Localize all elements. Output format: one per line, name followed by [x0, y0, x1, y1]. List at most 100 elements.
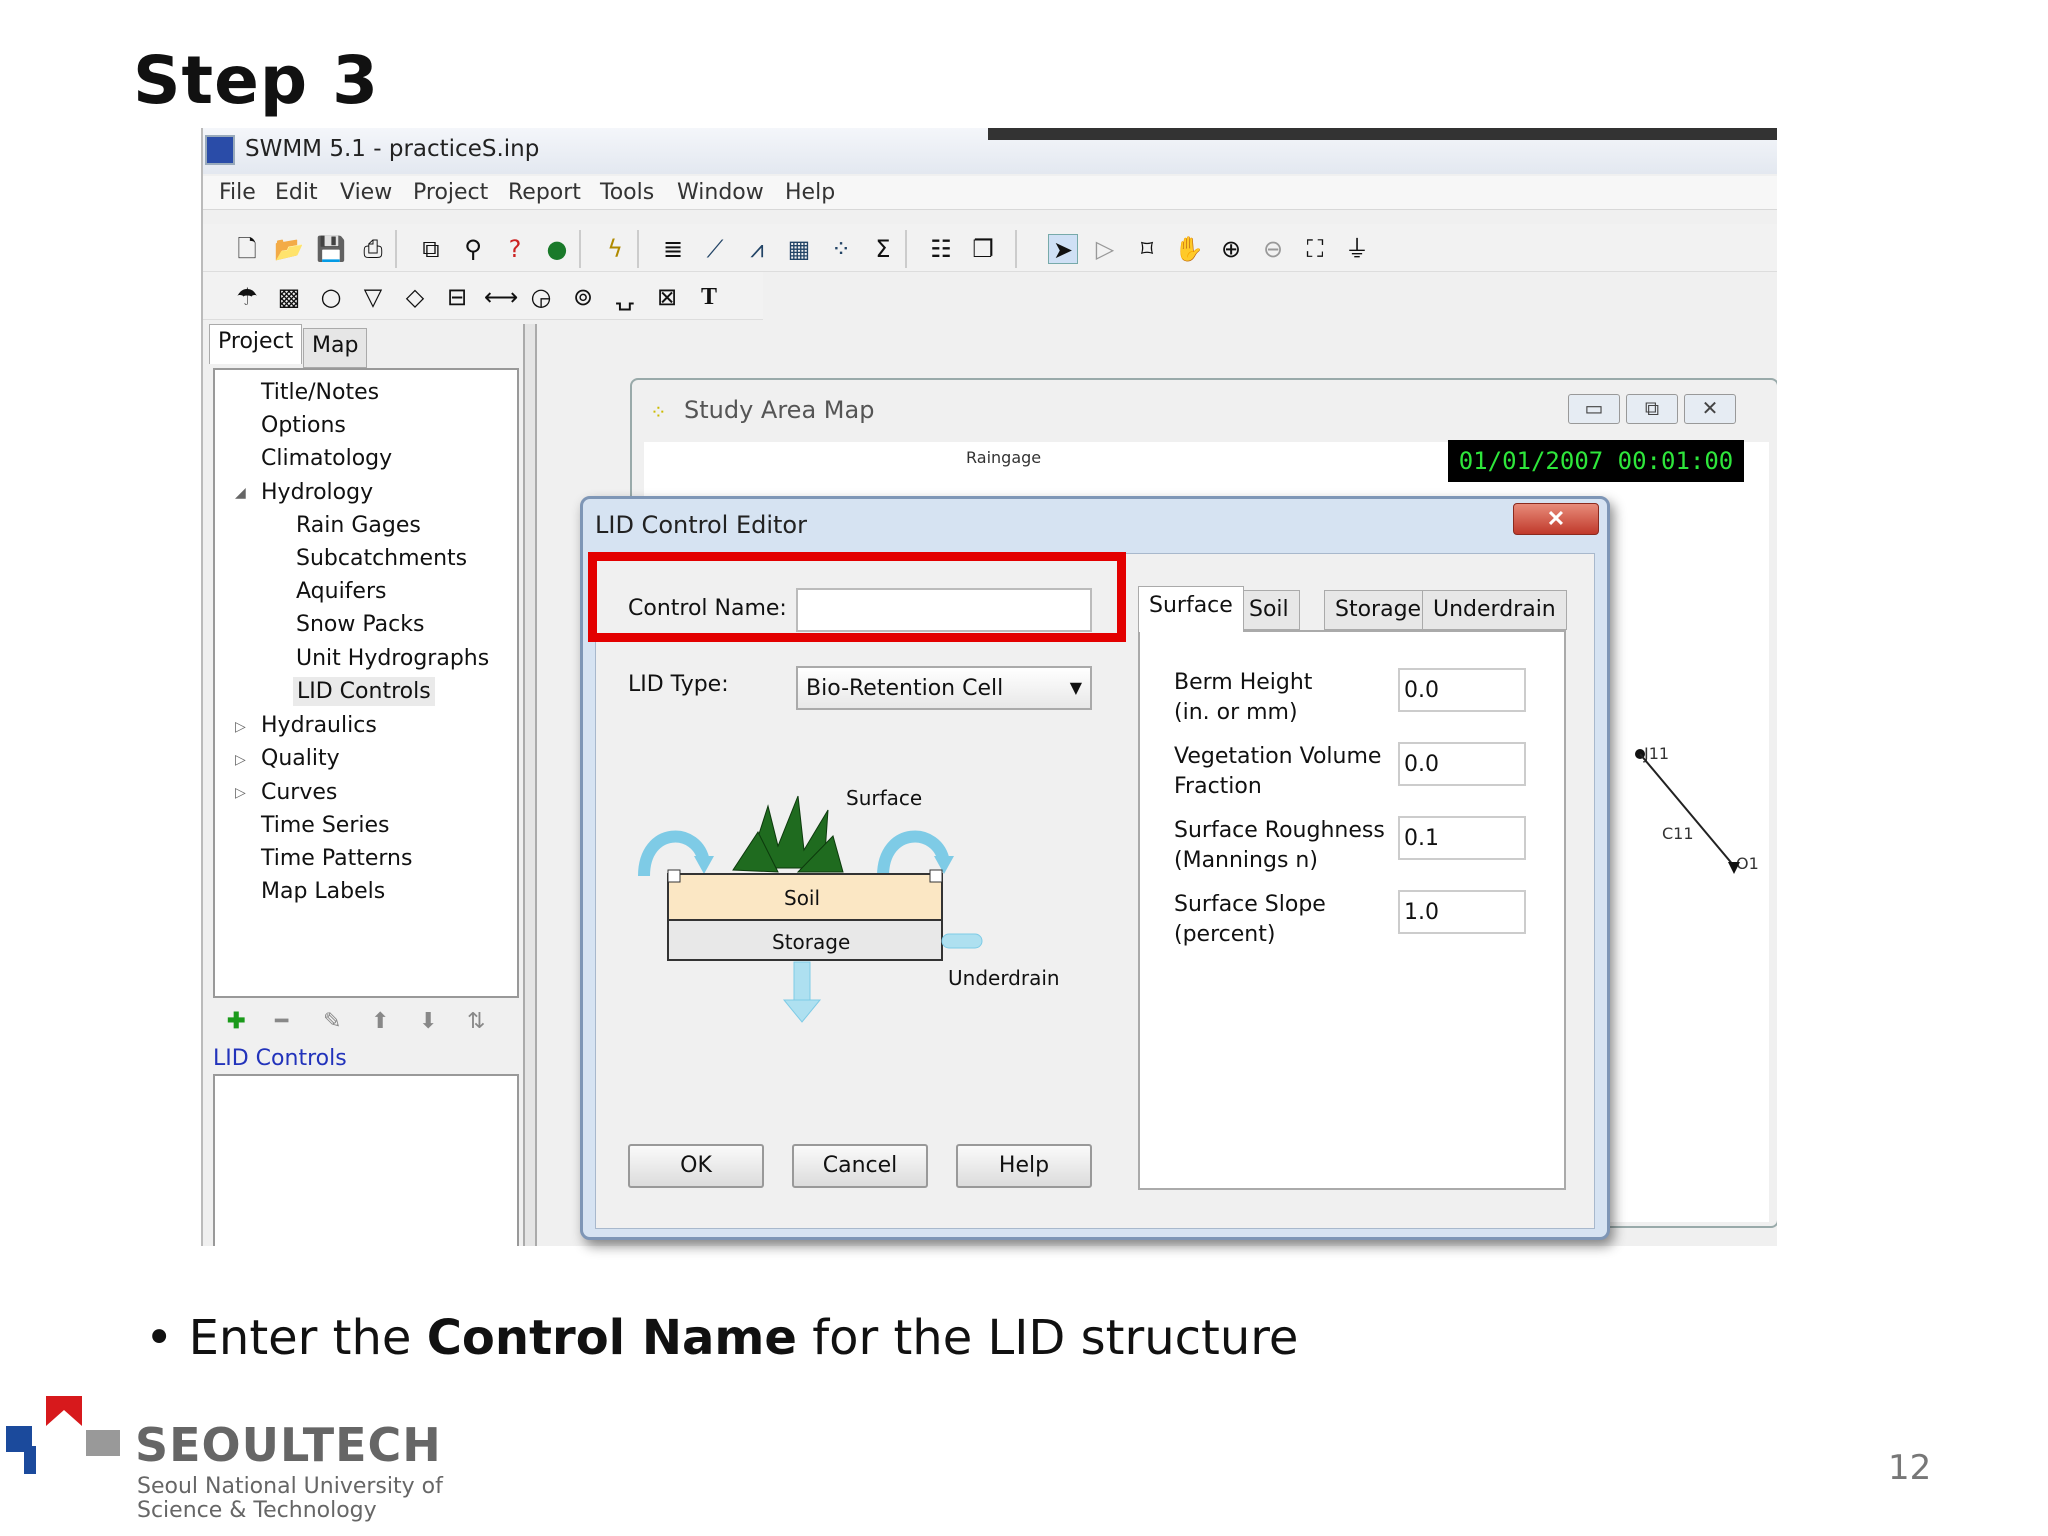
- minimize-button[interactable]: ▭: [1568, 394, 1620, 424]
- expanded-arrow-icon[interactable]: ◢: [235, 484, 246, 501]
- tree-item-lid-controls[interactable]: LID Controls: [293, 677, 435, 706]
- surface-tab-panel: Berm Height (in. or mm) 0.0 Vegetation Vo…: [1138, 630, 1566, 1190]
- maximize-button[interactable]: ⧉: [1626, 394, 1678, 424]
- collapsed-arrow-icon[interactable]: ▷: [235, 718, 246, 735]
- zoom-out-icon[interactable]: ⊖: [1258, 234, 1288, 264]
- full-extent-icon[interactable]: ⛶: [1300, 234, 1330, 264]
- move-down-icon[interactable]: ⬇: [419, 1008, 437, 1034]
- menu-project[interactable]: Project: [413, 180, 488, 205]
- weir-icon[interactable]: ⍽: [610, 282, 640, 312]
- ok-button[interactable]: OK: [628, 1144, 764, 1188]
- diagram-label-storage: Storage: [772, 930, 851, 954]
- help-button[interactable]: Help: [956, 1144, 1092, 1188]
- label-icon[interactable]: T: [694, 282, 724, 312]
- tab-underdrain[interactable]: Underdrain: [1422, 590, 1567, 630]
- menu-view[interactable]: View: [340, 180, 392, 205]
- query-icon[interactable]: ?: [500, 234, 530, 264]
- tab-map[interactable]: Map: [303, 328, 368, 368]
- conduit-c11-line[interactable]: [1634, 742, 1744, 882]
- options-icon[interactable]: ☷: [926, 234, 956, 264]
- select-object-icon[interactable]: ➤: [1048, 234, 1078, 264]
- pan-icon[interactable]: ✋: [1174, 234, 1204, 264]
- new-file-icon[interactable]: 🗋: [232, 234, 262, 264]
- dialog-body: Control Name: LID Type: Bio-Retention Ce…: [595, 553, 1595, 1229]
- print-icon[interactable]: ⎙: [358, 234, 388, 264]
- select-vertex-icon[interactable]: ▷: [1090, 234, 1120, 264]
- tab-project[interactable]: Project: [209, 324, 303, 364]
- orifice-icon[interactable]: ⊚: [568, 282, 598, 312]
- add-icon[interactable]: ✚: [227, 1008, 245, 1034]
- tree-item-rain-gages[interactable]: Rain Gages: [296, 513, 421, 538]
- tree-item-unit-hydrographs[interactable]: Unit Hydrographs: [296, 646, 489, 671]
- menu-report[interactable]: Report: [508, 180, 581, 205]
- tab-storage[interactable]: Storage: [1324, 590, 1433, 630]
- open-folder-icon[interactable]: 📂: [274, 234, 304, 264]
- object-toolbar: ☂ ▩ ○ ▽ ◇ ⊟ ⟷ ◶ ⊚ ⍽ ⊠ T: [203, 272, 763, 320]
- dialog-close-button[interactable]: ✕: [1513, 503, 1599, 535]
- tree-item-hydrology[interactable]: Hydrology: [261, 480, 373, 505]
- tree-item-subcatchments[interactable]: Subcatchments: [296, 546, 467, 571]
- arrange-windows-icon[interactable]: ❐: [968, 234, 998, 264]
- time-series-plot-icon[interactable]: ⩘: [742, 234, 772, 264]
- seoultech-logo-icon: [6, 1396, 120, 1474]
- surface-slope-input[interactable]: 1.0: [1398, 890, 1526, 934]
- scatter-plot-icon[interactable]: ⁘: [826, 234, 856, 264]
- rain-gage-icon[interactable]: ☂: [232, 282, 262, 312]
- tab-soil[interactable]: Soil: [1238, 590, 1300, 630]
- map-label-raingage: Raingage: [966, 448, 1042, 467]
- junction-icon[interactable]: ○: [316, 282, 346, 312]
- conduit-icon[interactable]: ⟷: [484, 282, 518, 312]
- storage-unit-icon[interactable]: ⊟: [442, 282, 472, 312]
- object-list[interactable]: [213, 1074, 519, 1246]
- tree-item-climatology[interactable]: Climatology: [261, 446, 392, 471]
- tree-item-hydraulics[interactable]: Hydraulics: [261, 713, 377, 738]
- move-up-icon[interactable]: ⬆: [371, 1008, 389, 1034]
- menu-tools[interactable]: Tools: [600, 180, 654, 205]
- table-icon[interactable]: ▦: [784, 234, 814, 264]
- run-icon[interactable]: ϟ: [600, 234, 630, 264]
- outlet-icon[interactable]: ⊠: [652, 282, 682, 312]
- select-region-icon[interactable]: ⌑: [1132, 234, 1162, 264]
- tree-item-map-labels[interactable]: Map Labels: [261, 879, 385, 904]
- tab-surface[interactable]: Surface: [1138, 586, 1244, 632]
- menu-edit[interactable]: Edit: [275, 180, 318, 205]
- tree-item-curves[interactable]: Curves: [261, 780, 337, 805]
- berm-height-input[interactable]: 0.0: [1398, 668, 1526, 712]
- report-icon[interactable]: ≣: [658, 234, 688, 264]
- tree-item-title-notes[interactable]: Title/Notes: [261, 380, 379, 405]
- tree-item-snow-packs[interactable]: Snow Packs: [296, 612, 424, 637]
- collapsed-arrow-icon[interactable]: ▷: [235, 751, 246, 768]
- overview-map-icon[interactable]: ●: [542, 234, 572, 264]
- tree-item-quality[interactable]: Quality: [261, 746, 340, 771]
- surface-roughness-input[interactable]: 0.1: [1398, 816, 1526, 860]
- zoom-in-icon[interactable]: ⊕: [1216, 234, 1246, 264]
- collapsed-arrow-icon[interactable]: ▷: [235, 784, 246, 801]
- menu-window[interactable]: Window: [677, 180, 764, 205]
- slide: Step 3 SWMM 5.1 - practiceS.inp File Edi…: [0, 0, 2048, 1536]
- save-icon[interactable]: 💾: [316, 234, 346, 264]
- close-button[interactable]: ✕: [1684, 394, 1736, 424]
- copy-icon[interactable]: ⧉: [416, 234, 446, 264]
- tree-item-options[interactable]: Options: [261, 413, 346, 438]
- outfall-icon[interactable]: ▽: [358, 282, 388, 312]
- project-tree: Title/Notes Options Climatology ◢ Hydrol…: [213, 368, 519, 998]
- profile-plot-icon[interactable]: ⟋: [700, 234, 730, 264]
- tree-item-time-patterns[interactable]: Time Patterns: [261, 846, 412, 871]
- cancel-button[interactable]: Cancel: [792, 1144, 928, 1188]
- sort-icon[interactable]: ⇅: [467, 1008, 485, 1034]
- divider-icon[interactable]: ◇: [400, 282, 430, 312]
- statistics-icon[interactable]: Σ: [868, 234, 898, 264]
- measure-icon[interactable]: ⏚: [1342, 234, 1372, 264]
- menu-help[interactable]: Help: [785, 180, 835, 205]
- pump-icon[interactable]: ◶: [526, 282, 556, 312]
- lid-type-select[interactable]: Bio-Retention Cell ▼: [796, 666, 1092, 710]
- tree-item-aquifers[interactable]: Aquifers: [296, 579, 386, 604]
- vegetation-volume-input[interactable]: 0.0: [1398, 742, 1526, 786]
- find-icon[interactable]: ⚲: [458, 234, 488, 264]
- remove-icon[interactable]: ━: [275, 1008, 288, 1034]
- tree-item-time-series[interactable]: Time Series: [261, 813, 390, 838]
- panel-splitter[interactable]: [523, 324, 537, 1246]
- edit-icon[interactable]: ✎: [323, 1008, 341, 1034]
- menu-file[interactable]: File: [219, 180, 256, 205]
- subcatchment-icon[interactable]: ▩: [274, 282, 304, 312]
